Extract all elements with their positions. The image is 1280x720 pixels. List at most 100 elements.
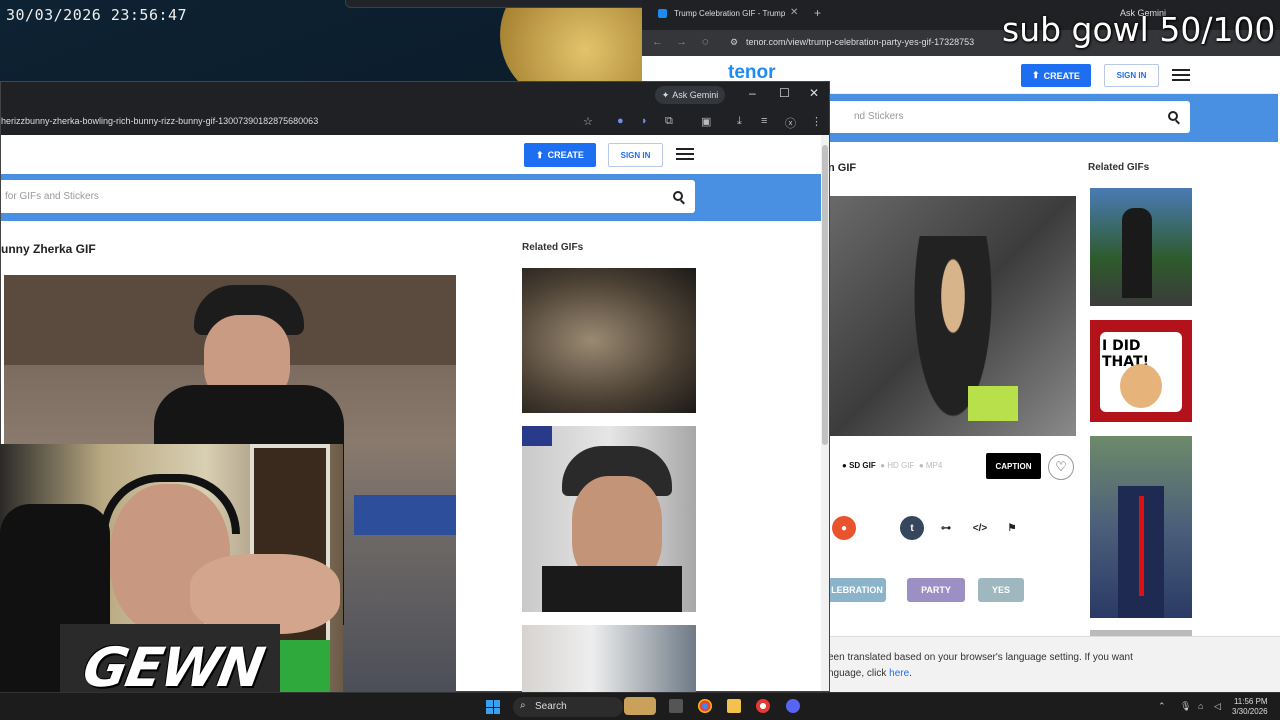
tag-celebration[interactable]: LEBRATION — [828, 578, 886, 602]
notice-line-1: een translated based on your browser's l… — [828, 652, 1133, 663]
more-options-icon[interactable]: ⋮ — [811, 115, 822, 128]
bookmark-star-icon[interactable]: ☆ — [583, 115, 593, 128]
related-gif-1[interactable] — [1090, 188, 1192, 306]
flag-corner — [522, 426, 552, 446]
windows-start-icon[interactable] — [486, 700, 500, 714]
notice-end: . — [909, 668, 912, 679]
front-tenor-header — [1, 135, 821, 175]
gif-title: n GIF — [828, 162, 857, 174]
embed-code-icon[interactable]: </> — [968, 516, 992, 540]
site-info-icon[interactable]: ⚙ — [730, 37, 738, 48]
front-related-gif-1[interactable] — [522, 268, 696, 413]
front-ask-gemini[interactable]: ✦ Ask Gemini — [655, 86, 725, 104]
notice-link[interactable]: here — [889, 668, 909, 679]
front-create-button[interactable]: ⬆ CREATE — [524, 143, 596, 167]
app-icon[interactable] — [756, 699, 770, 713]
link-share-icon[interactable]: ⊶ — [934, 516, 958, 540]
sub-goal-overlay: sub gowl 50/100 — [1002, 10, 1276, 49]
taskbar-clock[interactable]: 11:56 PM 3/30/2026 — [1232, 697, 1268, 717]
create-button[interactable]: ⬆ CREATE — [1021, 64, 1091, 87]
main-gif-image[interactable] — [828, 196, 1076, 436]
bowling-lanes — [354, 495, 456, 535]
share-blank-icon[interactable] — [868, 516, 892, 540]
volume-icon[interactable]: ◁ — [1214, 701, 1221, 712]
tab-search-icon[interactable]: ▣ — [701, 115, 711, 128]
extension-2-icon[interactable]: ◗ — [641, 115, 648, 127]
caption-button[interactable]: CAPTION — [986, 453, 1041, 479]
tab-close-icon[interactable]: ✕ — [790, 7, 798, 18]
stream-datetime: 30/03/2026 23:56:47 — [6, 6, 188, 24]
gemini-icon: ✦ — [661, 89, 670, 100]
format-hd-gif[interactable]: HD GIF — [887, 461, 914, 470]
translation-notice: een translated based on your browser's l… — [822, 636, 1280, 692]
reddit-share-icon[interactable]: ● — [832, 516, 856, 540]
related-sticker-2[interactable]: I DID THAT! — [1090, 320, 1192, 422]
front-upload-icon: ⬆ — [536, 149, 544, 160]
back-arrow-icon[interactable]: ← — [652, 36, 663, 48]
extension-1-icon[interactable]: ● — [617, 115, 624, 127]
webcam-hand — [190, 554, 340, 634]
sign-in-button[interactable]: SIGN IN — [1104, 64, 1159, 87]
search-icon[interactable] — [1168, 111, 1178, 121]
scrollbar-thumb[interactable] — [822, 145, 828, 445]
discord-taskbar-icon[interactable] — [786, 699, 800, 713]
forward-arrow-icon[interactable]: → — [676, 36, 687, 48]
front-gif-title: unny Zherka GIF — [1, 242, 96, 256]
profile-icon[interactable]: ⓧ — [785, 115, 796, 131]
front-search-input[interactable]: for GIFs and Stickers — [1, 180, 695, 213]
front-related-gif-2[interactable] — [522, 426, 696, 612]
back-browser-tab-title: Trump Celebration GIF - Trump — [674, 9, 786, 18]
taskbar-search[interactable]: ⌕ Search — [513, 697, 623, 717]
taskbar-date: 3/30/2026 — [1232, 707, 1268, 716]
tray-chevron-icon[interactable]: ⌃ — [1158, 701, 1166, 712]
format-mp4[interactable]: MP4 — [926, 461, 942, 470]
front-related-heading: Related GIFs — [522, 242, 584, 253]
gif-figure-shorts — [968, 386, 1018, 421]
tab-favicon-icon — [658, 9, 667, 18]
front-url-field[interactable]: herizzbunny-zherka-bowling-rich-bunny-ri… — [1, 116, 318, 126]
maximize-icon[interactable]: ☐ — [779, 86, 790, 100]
menu-icon[interactable] — [1172, 69, 1190, 81]
headphones — [100, 474, 240, 534]
related-gifs-heading: Related GIFs — [1088, 162, 1150, 173]
webcam-greenscreen — [280, 640, 330, 692]
related-gif-3[interactable] — [1090, 436, 1192, 618]
front-related-gif-3[interactable] — [522, 625, 696, 693]
reload-icon[interactable]: ◌ — [702, 36, 709, 48]
front-menu-icon[interactable] — [676, 148, 694, 160]
tag-party[interactable]: PARTY — [907, 578, 965, 602]
extensions-puzzle-icon[interactable]: ⧉ — [665, 115, 673, 128]
microphone-icon[interactable]: 🎙 — [1180, 701, 1191, 712]
gewn-logo: GEWN — [78, 636, 268, 699]
format-selector[interactable]: ● SD GIF ● HD GIF ● MP4 — [842, 461, 942, 470]
front-related-shirt — [542, 566, 682, 612]
report-flag-icon[interactable]: ⚑ — [1000, 516, 1024, 540]
back-browser-tab[interactable]: Trump Celebration GIF - Trump — [648, 2, 808, 26]
taskbar-search-label: Search — [535, 701, 567, 712]
windows-taskbar: ⌕ Search ⌃ 🎙 ⌂ ◁ 11:56 PM 3/30/2026 — [0, 692, 1280, 720]
back-url-field[interactable]: tenor.com/view/trump-celebration-party-y… — [746, 37, 974, 47]
taskbar-search-icon: ⌕ — [520, 700, 526, 711]
download-icon[interactable]: ⤓ — [737, 115, 742, 128]
tag-yes[interactable]: YES — [978, 578, 1024, 602]
chrome-taskbar-icon[interactable] — [698, 699, 712, 713]
minimize-icon[interactable]: – — [749, 86, 756, 100]
format-sd-gif[interactable]: SD GIF — [849, 461, 876, 470]
close-window-icon[interactable]: ✕ — [809, 86, 819, 100]
new-tab-icon[interactable]: + — [814, 6, 821, 20]
network-icon[interactable]: ⌂ — [1198, 701, 1203, 711]
front-search-icon[interactable] — [673, 191, 683, 201]
taskbar-widget-icon[interactable] — [624, 697, 656, 715]
file-explorer-icon[interactable] — [727, 699, 741, 713]
notice-line-2: nguage, click — [828, 668, 890, 679]
reading-list-icon[interactable]: ≡ — [761, 115, 767, 127]
front-sign-in-button[interactable]: SIGN IN — [608, 143, 663, 167]
taskbar-time: 11:56 PM — [1233, 697, 1268, 706]
related-gif-3-tie — [1139, 496, 1144, 596]
tumblr-share-icon[interactable]: t — [900, 516, 924, 540]
upload-icon: ⬆ — [1032, 70, 1040, 80]
favorite-heart-icon[interactable]: ♡ — [1048, 454, 1074, 480]
related-gif-1-figure — [1122, 208, 1152, 298]
front-scrollbar[interactable] — [821, 135, 829, 691]
task-view-icon[interactable] — [669, 699, 683, 713]
